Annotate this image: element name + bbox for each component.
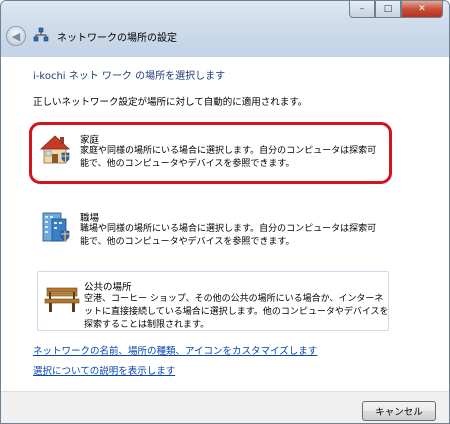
option-work-title: 職場 [80,213,100,224]
window-controls: – □ ✕ [349,1,443,19]
selection-help-link[interactable]: 選択についての説明を表示します [33,363,175,377]
option-public-title: 公共の場所 [84,282,132,293]
page-subtext: 正しいネットワーク設定が場所に対して自動的に適用されます。 [33,97,308,108]
page-heading: i-kochi ネット ワーク の場所を選択します [33,71,226,82]
network-location-window: ◀ ネットワークの場所の設定 – □ ✕ i-kochi ネット ワーク の場所… [0,0,450,424]
maximize-button[interactable]: □ [375,1,401,18]
park-bench-icon [44,287,80,312]
option-work-description: 職場や同様の場所にいる場合に選択します。自分のコンピュータは探索可能で、他のコン… [80,224,377,247]
option-public-description: 空港、コーヒー ショップ、その他の公共の場所にいる場合か、インターネットに直接接… [84,294,389,330]
option-public[interactable]: 公共の場所 空港、コーヒー ショップ、その他の公共の場所にいる場合か、インターネ… [37,271,389,331]
back-button[interactable]: ◀ [6,26,26,46]
title-bar: ◀ ネットワークの場所の設定 – □ ✕ [1,1,449,57]
network-icon [33,27,49,42]
selection-highlight [29,122,392,184]
close-button[interactable]: ✕ [401,1,443,18]
office-building-icon [42,212,70,242]
cancel-button[interactable]: キャンセル [362,401,436,421]
dialog-footer: キャンセル [1,391,449,423]
dialog-content: i-kochi ネット ワーク の場所を選択します 正しいネットワーク設定が場所… [1,57,449,401]
option-work[interactable]: 職場 職場や同様の場所にいる場合に選択します。自分のコンピュータは探索可能で、他… [32,203,387,255]
minimize-button[interactable]: – [349,1,375,18]
customize-network-link[interactable]: ネットワークの名前、場所の種類、アイコンをカスタマイズします [33,343,317,357]
back-arrow-icon: ◀ [11,29,21,43]
window-title: ネットワークの場所の設定 [57,33,177,44]
